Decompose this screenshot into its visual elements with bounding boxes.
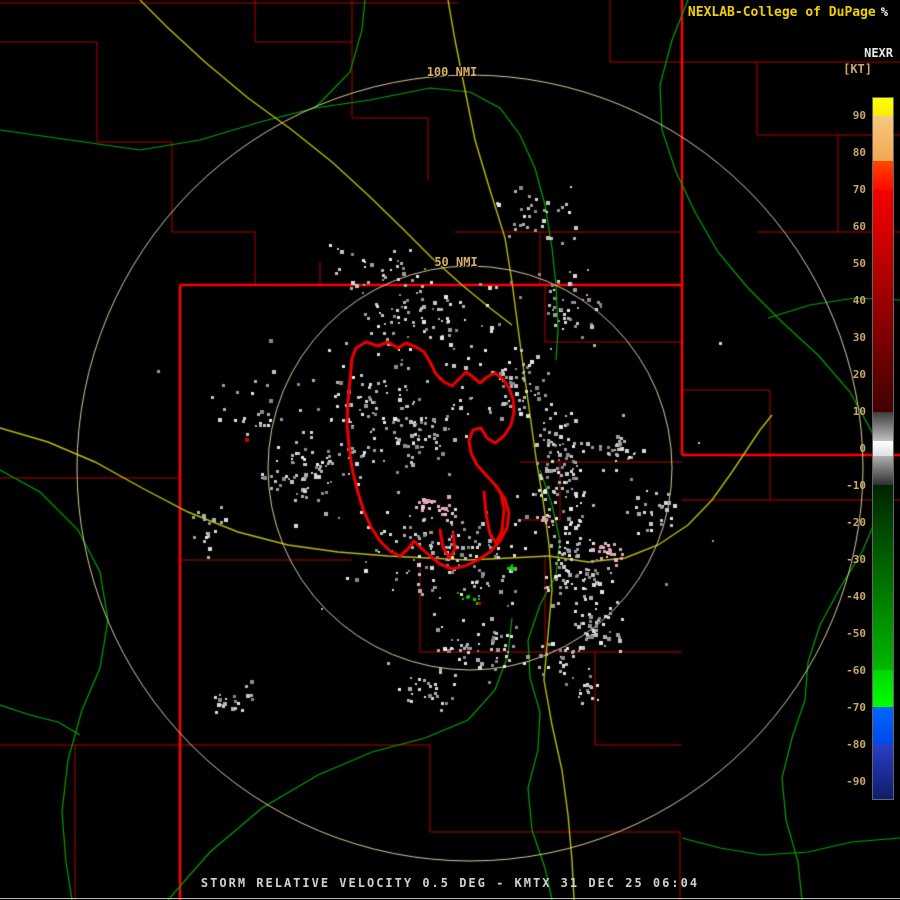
range-ring-label: 100 NMI xyxy=(426,65,478,79)
brand-icon: % xyxy=(880,5,888,19)
colorbar-tick-label: -30 xyxy=(846,552,866,566)
colorbar-tick-label: -10 xyxy=(846,478,866,492)
status-bar: STORM RELATIVE VELOCITY 0.5 DEG - KMTX 3… xyxy=(0,876,900,890)
colorbar-segment xyxy=(873,98,893,117)
colorbar-tick-label: -70 xyxy=(846,700,866,714)
colorbar-segment xyxy=(873,116,893,161)
colorbar-units: [KT] xyxy=(843,62,872,76)
brand: NEXLAB-College of DuPage% xyxy=(688,5,888,20)
product-label: STORM RELATIVE VELOCITY 0.5 DEG - KMTX 3… xyxy=(200,876,700,890)
bottom-divider xyxy=(0,898,900,899)
colorbar-tick-label: 20 xyxy=(852,367,866,381)
colorbar-tick-label: -80 xyxy=(846,737,866,751)
colorbar-tick-label: 80 xyxy=(852,145,866,159)
radar-display: NEXLAB-College of DuPage% NEXR [KT] 90 80… xyxy=(0,0,900,900)
range-ring-label: 50 NMI xyxy=(434,255,478,269)
radar-map-canvas xyxy=(0,0,900,900)
colorbar-segment xyxy=(873,455,893,486)
colorbar-segment xyxy=(873,441,893,456)
colorbar-tick-label: -60 xyxy=(846,663,866,677)
colorbar-tick-label: 10 xyxy=(852,404,866,418)
colorbar-tick-label: -50 xyxy=(846,626,866,640)
colorbar-tick-label: 0 xyxy=(859,441,866,455)
colorbar-tick-label: 40 xyxy=(852,293,866,307)
brand-text: NEXLAB-College of DuPage xyxy=(687,5,876,20)
colorbar-segment xyxy=(873,743,893,799)
colorbar-tick-label: 50 xyxy=(852,256,866,270)
colorbar-tick-label: 90 xyxy=(852,108,866,122)
colorbar-segment xyxy=(873,160,893,191)
colorbar-segment xyxy=(873,706,893,744)
colorbar-tick-label: -90 xyxy=(846,774,866,788)
colorbar-tick-label: 30 xyxy=(852,330,866,344)
colorbar-tick-label: -20 xyxy=(846,515,866,529)
colorbar-segment xyxy=(873,190,893,412)
colorbar-segment xyxy=(873,485,893,670)
colorbar-tick-label: 70 xyxy=(852,182,866,196)
colorbar-segment xyxy=(873,411,893,442)
colorbar-tick-label: 60 xyxy=(852,219,866,233)
colorbar-title: NEXR xyxy=(864,46,893,60)
colorbar-segment xyxy=(873,669,893,707)
velocity-colorbar xyxy=(872,97,894,800)
colorbar-tick-label: -40 xyxy=(846,589,866,603)
